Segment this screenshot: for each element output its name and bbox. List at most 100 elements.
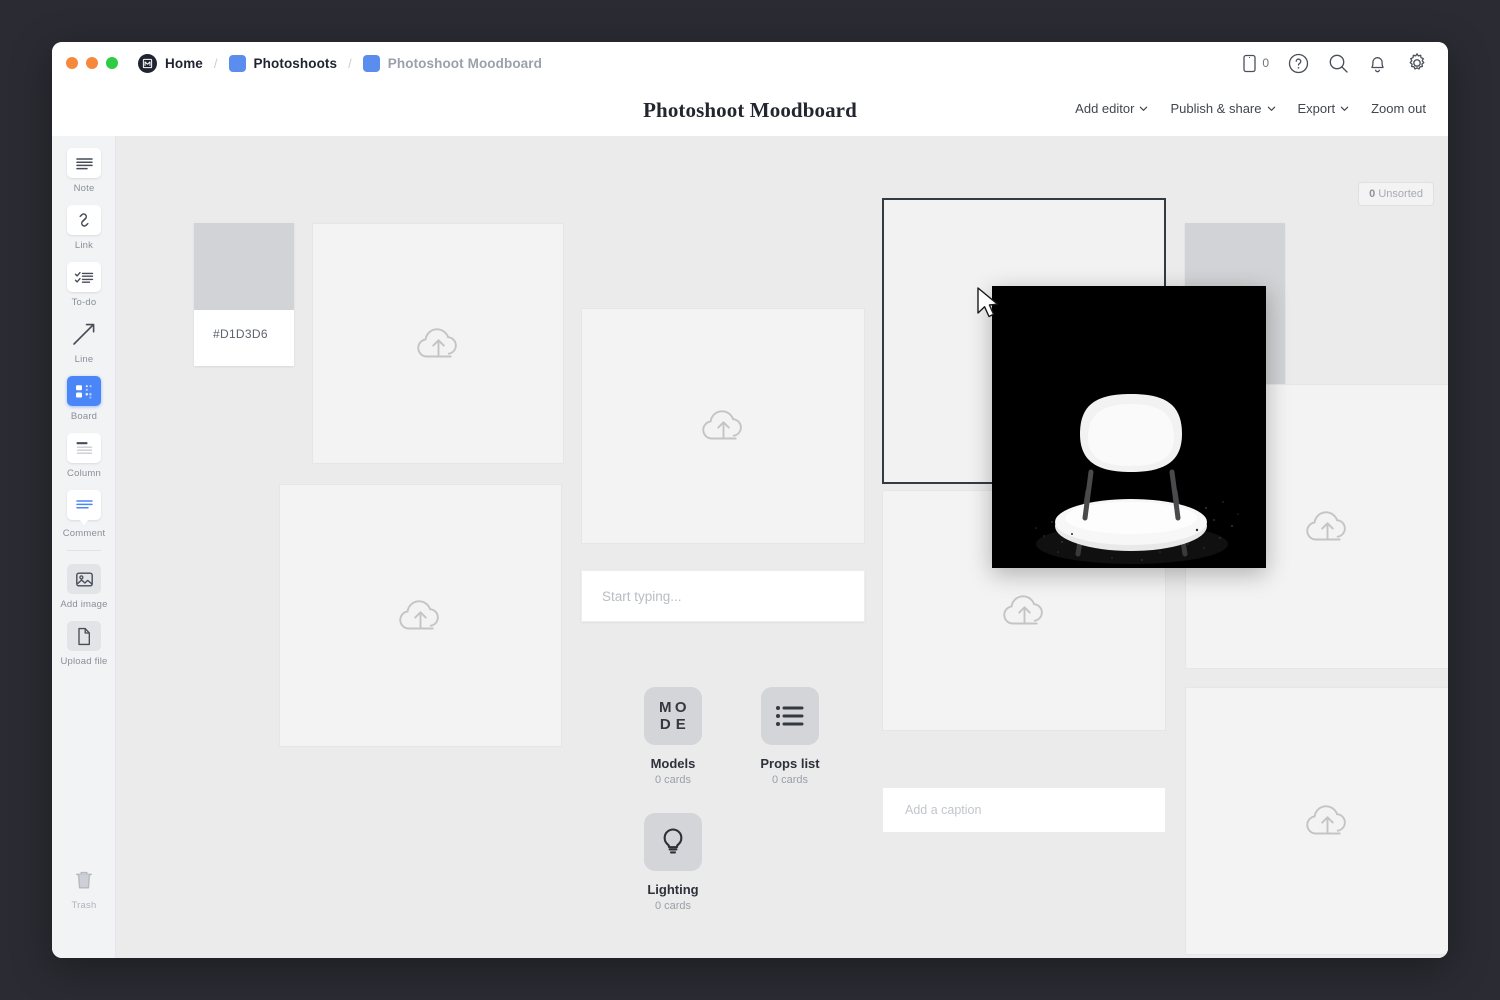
- sidebar-tool-label: To-do: [72, 297, 97, 308]
- sidebar-tool-link[interactable]: Link: [52, 205, 116, 251]
- board-square-icon: [363, 55, 380, 72]
- trash-icon: [67, 865, 101, 895]
- milanote-logo-icon: [138, 54, 157, 73]
- sidebar-tool-label: Board: [71, 411, 97, 422]
- titlebar-actions: 0: [1242, 52, 1448, 74]
- breadcrumb-item-photoshoots[interactable]: Photoshoots: [229, 55, 338, 72]
- chevron-down-icon: [1267, 104, 1276, 113]
- image-placeholder-card[interactable]: [581, 308, 865, 544]
- publish-share-button[interactable]: Publish & share: [1170, 101, 1275, 116]
- sidebar-tool-line[interactable]: Line: [52, 319, 116, 365]
- board-tile-models[interactable]: M O D E Models 0 cards: [618, 687, 728, 786]
- bulleted-list-icon: [761, 687, 819, 745]
- minimize-window-button[interactable]: [86, 57, 98, 69]
- mobile-device-button[interactable]: 0: [1242, 54, 1269, 73]
- sidebar-tool-column[interactable]: Column: [52, 433, 116, 479]
- board-tile-count: 0 cards: [618, 900, 728, 912]
- breadcrumb-item-home[interactable]: Home: [138, 54, 203, 73]
- mode-letter: E: [675, 716, 688, 733]
- unsorted-label: Unsorted: [1378, 188, 1423, 200]
- add-editor-label: Add editor: [1075, 101, 1134, 116]
- export-button[interactable]: Export: [1298, 101, 1350, 116]
- sidebar-tool-label: Trash: [72, 900, 97, 911]
- file-icon: [67, 621, 101, 651]
- chevron-down-icon: [1139, 104, 1148, 113]
- board-tile-count: 0 cards: [735, 774, 845, 786]
- chevron-down-icon: [1340, 104, 1349, 113]
- todo-checklist-icon: [67, 262, 101, 292]
- sidebar-tool-label: Link: [75, 240, 93, 251]
- chair-photo: [992, 286, 1266, 568]
- sidebar-tool-label: Comment: [63, 528, 106, 539]
- mode-letter: D: [659, 716, 672, 733]
- mode-letters-icon: M O D E: [644, 687, 702, 745]
- lightbulb-icon: [644, 813, 702, 871]
- close-window-button[interactable]: [66, 57, 78, 69]
- comment-icon: [67, 490, 101, 520]
- sidebar-tool-label: Line: [75, 354, 94, 365]
- text-note-card[interactable]: Start typing...: [581, 570, 865, 622]
- note-icon: [67, 148, 101, 178]
- unsorted-badge[interactable]: 0 Unsorted: [1358, 182, 1434, 206]
- board-tile-name: Lighting: [618, 882, 728, 897]
- sidebar-tool-note[interactable]: Note: [52, 148, 116, 194]
- breadcrumb-separator: /: [337, 56, 363, 71]
- color-swatch-fill: [194, 223, 294, 310]
- board-tile-name: Models: [618, 756, 728, 771]
- arrow-line-icon: [67, 319, 101, 349]
- breadcrumb: Home / Photoshoots / Photoshoot Moodboar…: [138, 54, 542, 73]
- publish-share-label: Publish & share: [1170, 101, 1261, 116]
- color-swatch-card[interactable]: #D1D3D6: [194, 223, 294, 366]
- cloud-upload-icon: [412, 323, 465, 365]
- board-tile-props-list[interactable]: Props list 0 cards: [735, 687, 845, 786]
- sidebar-tool-upload-file[interactable]: Upload file: [52, 621, 116, 667]
- board-tile-name: Props list: [735, 756, 845, 771]
- gear-icon[interactable]: [1406, 52, 1428, 74]
- cloud-upload-icon: [1301, 800, 1354, 842]
- app-window: Home / Photoshoots / Photoshoot Moodboar…: [52, 42, 1448, 958]
- zoom-out-button[interactable]: Zoom out: [1371, 101, 1426, 116]
- image-caption-field[interactable]: Add a caption: [882, 787, 1166, 833]
- header-actions: Add editor Publish & share Export Zoom o…: [1075, 101, 1426, 116]
- breadcrumb-item-current[interactable]: Photoshoot Moodboard: [363, 55, 542, 72]
- image-placeholder-card[interactable]: [312, 223, 564, 464]
- breadcrumb-label-home: Home: [165, 56, 203, 71]
- device-count: 0: [1262, 56, 1269, 70]
- sidebar-tool-trash[interactable]: Trash: [52, 865, 116, 911]
- sidebar-tool-label: Note: [74, 183, 95, 194]
- color-swatch-hex: #D1D3D6: [194, 310, 294, 341]
- traffic-lights: [52, 57, 118, 69]
- board-tile-lighting[interactable]: Lighting 0 cards: [618, 813, 728, 912]
- board-canvas[interactable]: 0 Unsorted #D1D3D6 Start typing...: [116, 136, 1448, 958]
- help-circle-icon[interactable]: [1288, 53, 1309, 74]
- dragged-image-card[interactable]: [992, 286, 1266, 568]
- sidebar-divider: [67, 550, 101, 551]
- cloud-upload-icon: [394, 595, 447, 637]
- image-placeholder-card[interactable]: [1185, 687, 1448, 955]
- sidebar-tool-add-image[interactable]: Add image: [52, 564, 116, 610]
- sidebar-tool-label: Add image: [60, 599, 107, 610]
- image-icon: [67, 564, 101, 594]
- bell-icon[interactable]: [1368, 53, 1387, 74]
- sidebar-tool-todo[interactable]: To-do: [52, 262, 116, 308]
- image-placeholder-card[interactable]: [279, 484, 562, 747]
- sidebar-tool-board[interactable]: Board: [52, 376, 116, 422]
- cloud-upload-icon: [998, 590, 1051, 632]
- mode-letter: O: [675, 699, 688, 716]
- breadcrumb-label-current: Photoshoot Moodboard: [388, 56, 542, 71]
- export-label: Export: [1298, 101, 1336, 116]
- add-editor-button[interactable]: Add editor: [1075, 101, 1148, 116]
- link-icon: [67, 205, 101, 235]
- cloud-upload-icon: [1301, 506, 1354, 548]
- search-icon[interactable]: [1328, 53, 1349, 74]
- zoom-out-label: Zoom out: [1371, 101, 1426, 116]
- mobile-device-icon: [1242, 54, 1257, 73]
- cloud-upload-icon: [697, 405, 750, 447]
- sidebar-tool-comment[interactable]: Comment: [52, 490, 116, 539]
- breadcrumb-label-photoshoots: Photoshoots: [254, 56, 338, 71]
- sidebar-tool-label: Column: [67, 468, 101, 479]
- caption-placeholder: Add a caption: [883, 803, 981, 817]
- maximize-window-button[interactable]: [106, 57, 118, 69]
- board-icon: [67, 376, 101, 406]
- board-square-icon: [229, 55, 246, 72]
